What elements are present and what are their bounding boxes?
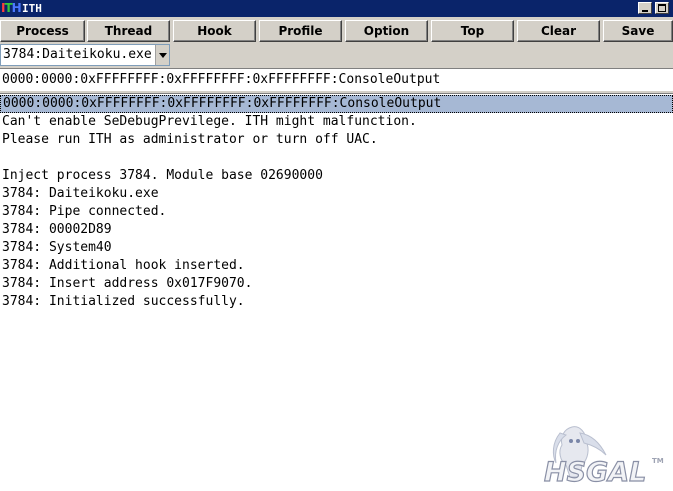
clear-button[interactable]: Clear bbox=[517, 20, 600, 42]
top-button[interactable]: Top bbox=[431, 20, 514, 42]
log-line: 3784: Daiteikoku.exe bbox=[2, 186, 159, 201]
minimize-icon[interactable] bbox=[638, 2, 652, 14]
profile-button[interactable]: Profile bbox=[259, 20, 342, 42]
hsgal-logo: HSGAL TM bbox=[543, 426, 664, 489]
ith-window: ITH ITH Process Thread Hook Profile Opti… bbox=[0, 0, 673, 491]
process-select-value: 3784:Daiteikoku.exe bbox=[3, 47, 152, 62]
chevron-down-icon[interactable] bbox=[155, 45, 169, 65]
log-line: 3784: Additional hook inserted. bbox=[2, 258, 245, 273]
log-line bbox=[2, 149, 670, 167]
log-line: Can't enable SeDebugPrevilege. ITH might… bbox=[2, 114, 417, 129]
log-line: 3784: Pipe connected. bbox=[2, 204, 167, 219]
log-list: Can't enable SeDebugPrevilege. ITH might… bbox=[2, 113, 670, 311]
logo-text: HSGAL bbox=[544, 457, 646, 488]
thread-button[interactable]: Thread bbox=[87, 20, 170, 42]
log-line: 3784: Initialized successfully. bbox=[2, 294, 245, 309]
window-title: ITH bbox=[22, 2, 42, 15]
output-textarea[interactable]: 0000:0000:0xFFFFFFFF:0xFFFFFFFF:0xFFFFFF… bbox=[0, 93, 673, 491]
option-button[interactable]: Option bbox=[345, 20, 428, 42]
selected-hook-line[interactable]: 0000:0000:0xFFFFFFFF:0xFFFFFFFF:0xFFFFFF… bbox=[0, 95, 673, 113]
log-line: 3784: 00002D89 bbox=[2, 222, 112, 237]
save-button[interactable]: Save bbox=[603, 20, 673, 42]
title-bar[interactable]: ITH ITH bbox=[0, 0, 673, 17]
hook-button[interactable]: Hook bbox=[173, 20, 256, 42]
process-select[interactable]: 3784:Daiteikoku.exe bbox=[0, 44, 170, 66]
log-line: 3784: System40 bbox=[2, 240, 112, 255]
maximize-icon[interactable] bbox=[655, 2, 669, 14]
toolbar: Process Thread Hook Profile Option Top C… bbox=[0, 18, 673, 44]
ith-app-icon: ITH bbox=[1, 1, 22, 15]
log-line: Inject process 3784. Module base 0269000… bbox=[2, 168, 323, 183]
log-line: Please run ITH as administrator or turn … bbox=[2, 132, 378, 147]
logo-tm: TM bbox=[652, 457, 664, 465]
process-button[interactable]: Process bbox=[0, 20, 85, 42]
hook-select[interactable]: 0000:0000:0xFFFFFFFF:0xFFFFFFFF:0xFFFFFF… bbox=[0, 68, 673, 92]
log-line: 3784: Insert address 0x017F9070. bbox=[2, 276, 253, 291]
